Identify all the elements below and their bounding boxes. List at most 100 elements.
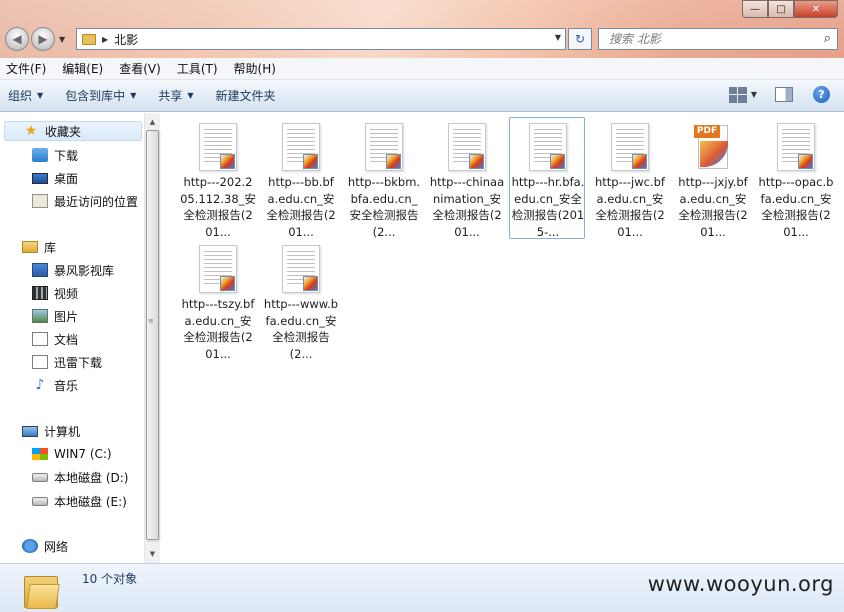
nav-favorites[interactable]: ★ 收藏夹 <box>4 121 142 141</box>
nav-network[interactable]: 网络 <box>22 536 68 556</box>
forward-button[interactable]: ▶ <box>31 27 55 51</box>
nav-label: 最近访问的位置 <box>54 194 139 209</box>
file-name: http---tszy.bfa.edu.cn_安全检测报告(201... <box>181 297 255 361</box>
nav-scrollbar[interactable]: ▲ ≡ ▼ <box>144 113 160 563</box>
nav-videos[interactable]: 视频 <box>32 283 78 303</box>
file-item[interactable]: http---jwc.bfa.edu.cn_安全检测报告(201... <box>591 117 667 239</box>
back-button[interactable]: ◀ <box>5 27 29 51</box>
file-item-selected[interactable]: http---hr.bfa.edu.cn_安全检测报告(2015-... <box>509 117 585 239</box>
file-name: http---www.bfa.edu.cn_安全检测报告(2... <box>263 297 339 361</box>
file-name: http---jwc.bfa.edu.cn_安全检测报告(201... <box>595 175 665 239</box>
nav-recent[interactable]: 最近访问的位置 <box>32 191 138 211</box>
document-icon <box>32 332 48 346</box>
scrollbar-thumb[interactable] <box>146 130 159 540</box>
menu-tools[interactable]: 工具(T) <box>177 60 218 77</box>
organize-label: 组织 <box>8 89 33 103</box>
back-arrow-icon: ◀ <box>12 32 22 46</box>
status-bar: 10 个对象 www.wooyun.org <box>0 563 844 612</box>
nav-downloads[interactable]: 下载 <box>32 145 78 165</box>
share-button[interactable]: 共享 ▼ <box>158 87 193 104</box>
change-view-icon[interactable] <box>728 86 747 103</box>
nav-label: 视频 <box>54 286 79 301</box>
report-file-icon <box>777 123 815 171</box>
scroll-up-icon[interactable]: ▲ <box>145 115 160 129</box>
maximize-button[interactable]: □ <box>768 0 794 18</box>
view-options-dropdown[interactable]: ▼ <box>751 90 757 99</box>
nav-documents[interactable]: 文档 <box>32 329 78 349</box>
music-note-icon: ♪ <box>35 377 45 393</box>
nav-label: 图片 <box>54 309 79 324</box>
windows-drive-icon <box>32 448 48 460</box>
report-file-icon <box>282 123 320 171</box>
nav-pictures[interactable]: 图片 <box>32 306 78 326</box>
navigation-buttons: ◀ ▶ ▼ <box>5 26 71 52</box>
report-file-icon <box>282 245 320 293</box>
recent-pages-dropdown[interactable]: ▼ <box>59 35 65 44</box>
refresh-button[interactable]: ↻ <box>568 28 592 50</box>
chevron-down-icon: ▼ <box>37 91 44 100</box>
watermark: www.wooyun.org <box>647 572 834 596</box>
file-name: http---jxjy.bfa.edu.cn_安全检测报告(201... <box>678 175 748 239</box>
preview-pane-icon[interactable] <box>775 87 793 102</box>
file-name: http---opac.bfa.edu.cn_安全检测报告(201... <box>758 175 834 239</box>
include-in-library-label: 包含到库中 <box>65 89 126 103</box>
nav-drive-d[interactable]: 本地磁盘 (D:) <box>32 467 128 487</box>
pdf-file-icon: PDF <box>694 123 732 171</box>
menu-help[interactable]: 帮助(H) <box>234 60 276 77</box>
nav-label: 暴风影视库 <box>54 263 115 278</box>
file-item[interactable]: http---bkbm.bfa.edu.cn_安全检测报告(2... <box>345 117 421 239</box>
nav-drive-e[interactable]: 本地磁盘 (E:) <box>32 491 127 511</box>
nav-libraries[interactable]: 库 <box>22 237 56 257</box>
minimize-button[interactable]: — <box>742 0 768 18</box>
hard-drive-icon <box>32 496 48 506</box>
file-item[interactable]: http---202.205.112.38_安全检测报告(201... <box>179 117 256 239</box>
address-bar[interactable]: ▶ 北影 ▼ <box>76 28 566 50</box>
nav-thunder[interactable]: 迅雷下载 <box>32 352 102 372</box>
menu-view[interactable]: 查看(V) <box>119 60 161 77</box>
nav-drive-c[interactable]: WIN7 (C:) <box>32 444 112 464</box>
breadcrumb-item[interactable]: 北影 <box>114 31 138 48</box>
breadcrumb-chevron-icon[interactable]: ▶ <box>102 35 108 44</box>
nav-label: 计算机 <box>44 424 81 439</box>
file-item[interactable]: http---chinaanimation_安全检测报告(201... <box>428 117 504 239</box>
report-file-icon <box>611 123 649 171</box>
report-file-icon <box>365 123 403 171</box>
nav-desktop[interactable]: 桌面 <box>32 168 78 188</box>
new-folder-button[interactable]: 新建文件夹 <box>216 87 276 104</box>
report-file-icon <box>448 123 486 171</box>
search-box[interactable]: ⌕ <box>598 28 838 50</box>
video-library-icon <box>32 263 48 277</box>
share-label: 共享 <box>158 89 183 103</box>
menu-file[interactable]: 文件(F) <box>6 60 46 77</box>
help-icon[interactable]: ? <box>813 86 830 103</box>
navigation-pane: ★ 收藏夹 下载 桌面 最近访问的位置 库 暴风影视库 视频 图片 文档 迅雷下载… <box>0 113 160 563</box>
menu-edit[interactable]: 编辑(E) <box>62 60 103 77</box>
file-item[interactable]: PDF http---jxjy.bfa.edu.cn_安全检测报告(201... <box>674 117 750 239</box>
film-icon <box>32 286 48 300</box>
file-item[interactable]: http---opac.bfa.edu.cn_安全检测报告(201... <box>757 117 833 239</box>
network-icon <box>22 539 38 553</box>
pictures-icon <box>32 309 48 323</box>
include-in-library-button[interactable]: 包含到库中 ▼ <box>65 87 136 104</box>
search-input[interactable] <box>609 32 809 46</box>
report-file-icon <box>529 123 567 171</box>
nav-music[interactable]: ♪ 音乐 <box>32 375 78 395</box>
nav-baofeng[interactable]: 暴风影视库 <box>32 260 114 280</box>
close-button[interactable]: ✕ <box>794 0 838 18</box>
file-item[interactable]: http---tszy.bfa.edu.cn_安全检测报告(201... <box>179 239 255 361</box>
address-dropdown-icon[interactable]: ▼ <box>555 33 561 42</box>
nav-label: 库 <box>44 240 57 255</box>
file-item[interactable]: http---www.bfa.edu.cn_安全检测报告(2... <box>262 239 338 361</box>
command-bar: 组织 ▼ 包含到库中 ▼ 共享 ▼ 新建文件夹 ▼ ? <box>0 80 844 112</box>
search-icon[interactable]: ⌕ <box>824 31 831 46</box>
organize-button[interactable]: 组织 ▼ <box>8 87 43 104</box>
scroll-down-icon[interactable]: ▼ <box>145 547 160 561</box>
file-name: http---bkbm.bfa.edu.cn_安全检测报告(2... <box>347 175 421 239</box>
scrollbar-grip-icon: ≡ <box>148 317 154 325</box>
nav-computer[interactable]: 计算机 <box>22 421 80 441</box>
forward-arrow-icon: ▶ <box>38 32 48 46</box>
nav-label: 收藏夹 <box>45 124 82 139</box>
folder-icon <box>82 33 96 45</box>
file-item[interactable]: http---bb.bfa.edu.cn_安全检测报告(201... <box>262 117 338 239</box>
computer-icon <box>22 425 38 437</box>
